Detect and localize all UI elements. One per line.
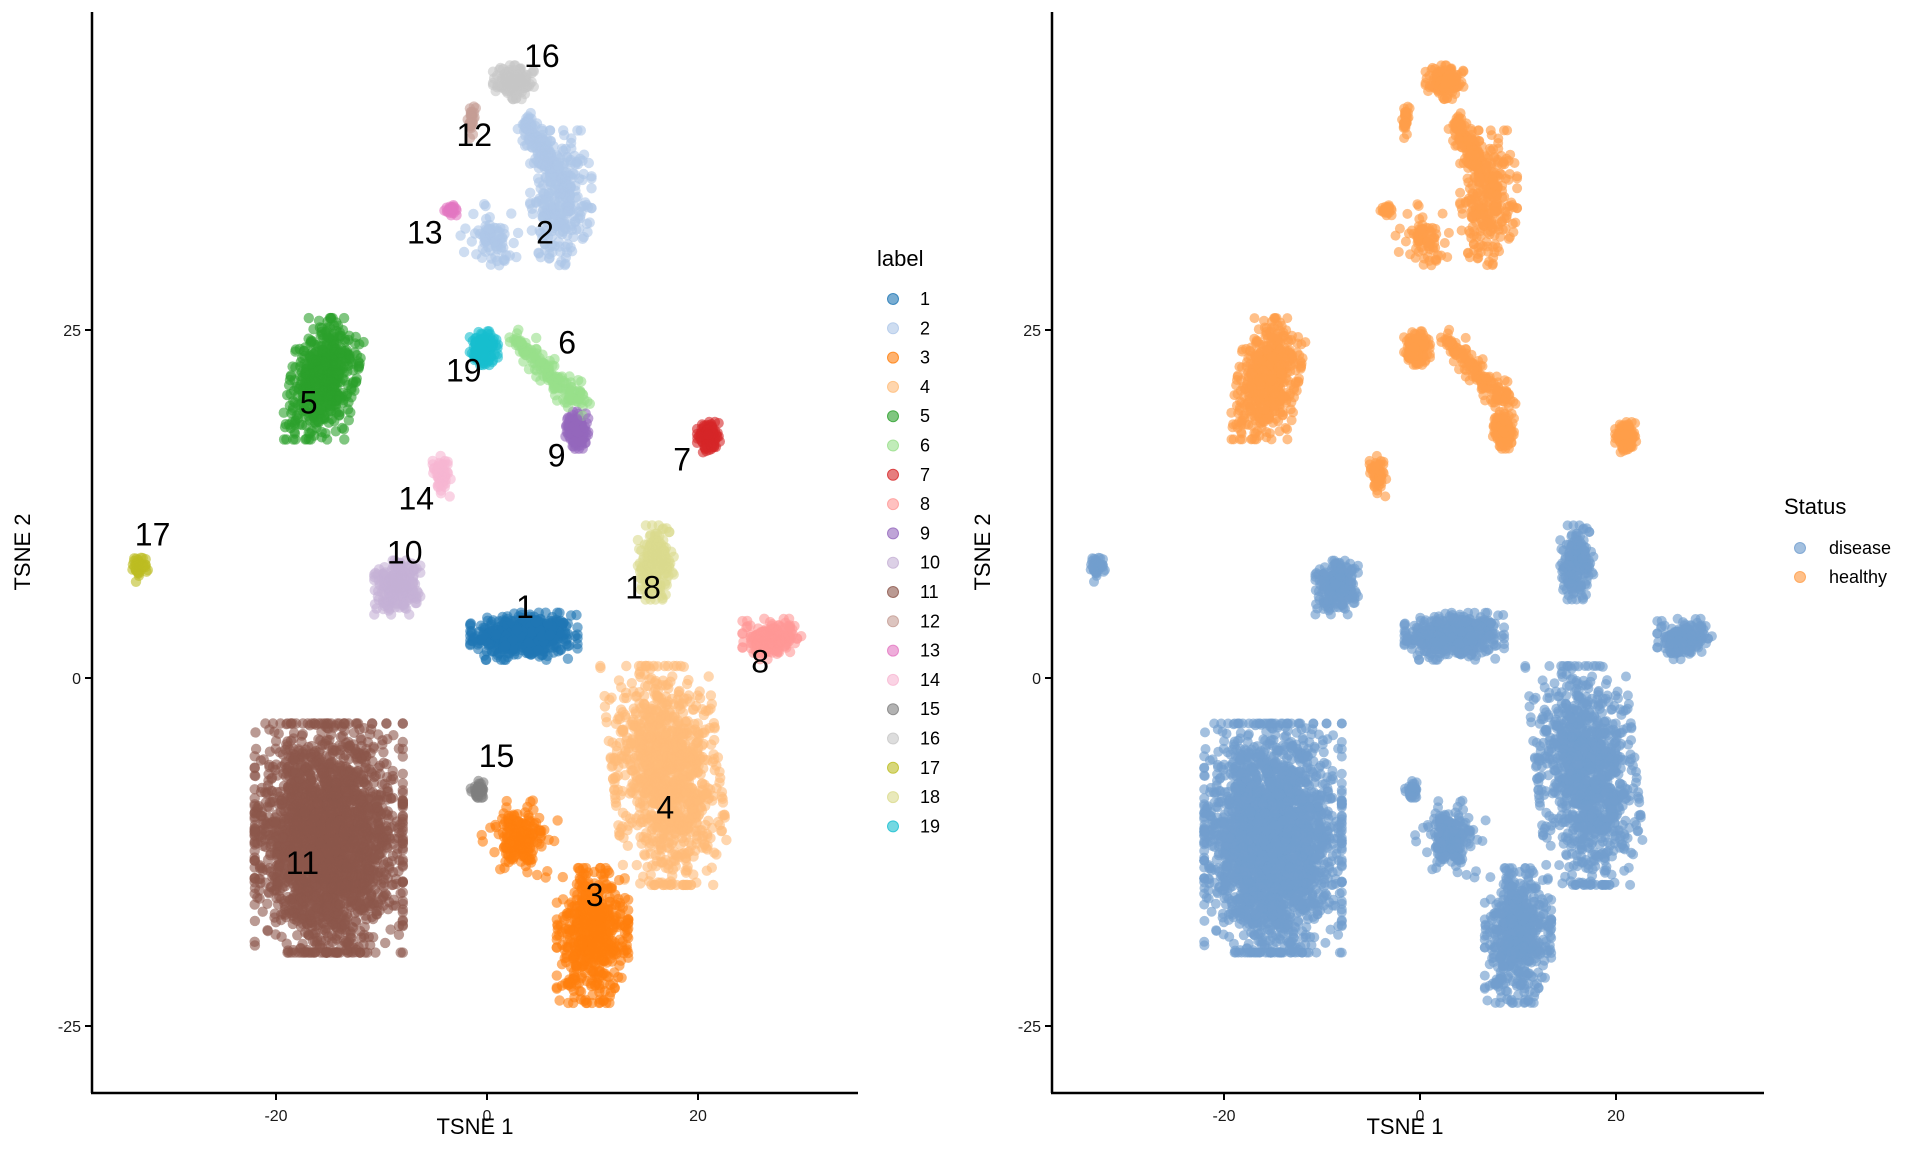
point-cluster-2 xyxy=(512,227,524,239)
point-cluster-3 xyxy=(563,997,574,1009)
point-cluster-2 xyxy=(584,217,595,228)
point-cluster-6 xyxy=(576,376,587,387)
point-cluster-11 xyxy=(366,718,378,729)
point-cluster-4 xyxy=(623,820,634,831)
point-cluster-2 xyxy=(525,187,536,198)
point-cluster-2 xyxy=(586,183,597,194)
point-cluster-3 xyxy=(614,874,625,886)
point-cluster-4 xyxy=(621,660,632,672)
point-cluster-2 xyxy=(506,208,517,219)
point-cluster-11 xyxy=(262,925,273,936)
point-cluster-4 xyxy=(703,671,714,682)
point-cluster-11 xyxy=(397,887,408,898)
point-cluster-4 xyxy=(599,701,611,712)
point-cluster-4 xyxy=(617,859,629,871)
point-cluster-11 xyxy=(250,727,261,738)
point-cluster-3 xyxy=(552,815,563,826)
point-cluster-11 xyxy=(249,915,261,927)
point-cluster-11 xyxy=(395,947,406,958)
point-cluster-3 xyxy=(542,866,553,877)
point-cluster-4 xyxy=(717,810,728,821)
point-cluster-4 xyxy=(701,865,712,876)
point-cluster-4 xyxy=(706,739,717,750)
point-cluster-5 xyxy=(339,434,350,445)
point-cluster-4 xyxy=(631,859,642,871)
point-cluster-3 xyxy=(604,867,615,879)
point-cluster-4 xyxy=(708,879,719,891)
point-cluster-3 xyxy=(551,970,562,981)
point-cluster-4 xyxy=(601,717,612,728)
left-points xyxy=(127,60,807,1009)
point-cluster-5 xyxy=(305,335,317,346)
point-cluster-3 xyxy=(495,864,506,875)
point-cluster-4 xyxy=(714,819,725,831)
point-cluster-11 xyxy=(270,735,282,747)
point-cluster-3 xyxy=(557,871,568,883)
point-cluster-2 xyxy=(544,125,556,136)
point-cluster-3 xyxy=(532,869,543,881)
point-cluster-8 xyxy=(796,631,807,642)
figure: 161213 261959 71417101818154113 -20 0 20 -25… xyxy=(10,12,1891,1139)
left-panel: 161213 261959 71417101818154113 -20 0 20 -25… xyxy=(10,12,940,1139)
point-cluster-1 xyxy=(565,610,577,621)
point-cluster-11 xyxy=(264,746,276,757)
point-cluster-3 xyxy=(554,995,565,1006)
point-cluster-4 xyxy=(721,834,732,846)
point-cluster-3 xyxy=(549,835,560,847)
point-cluster-14 xyxy=(444,491,455,502)
point-cluster-4 xyxy=(595,660,606,672)
point-cluster-4 xyxy=(703,815,714,826)
point-cluster-2 xyxy=(460,223,471,234)
